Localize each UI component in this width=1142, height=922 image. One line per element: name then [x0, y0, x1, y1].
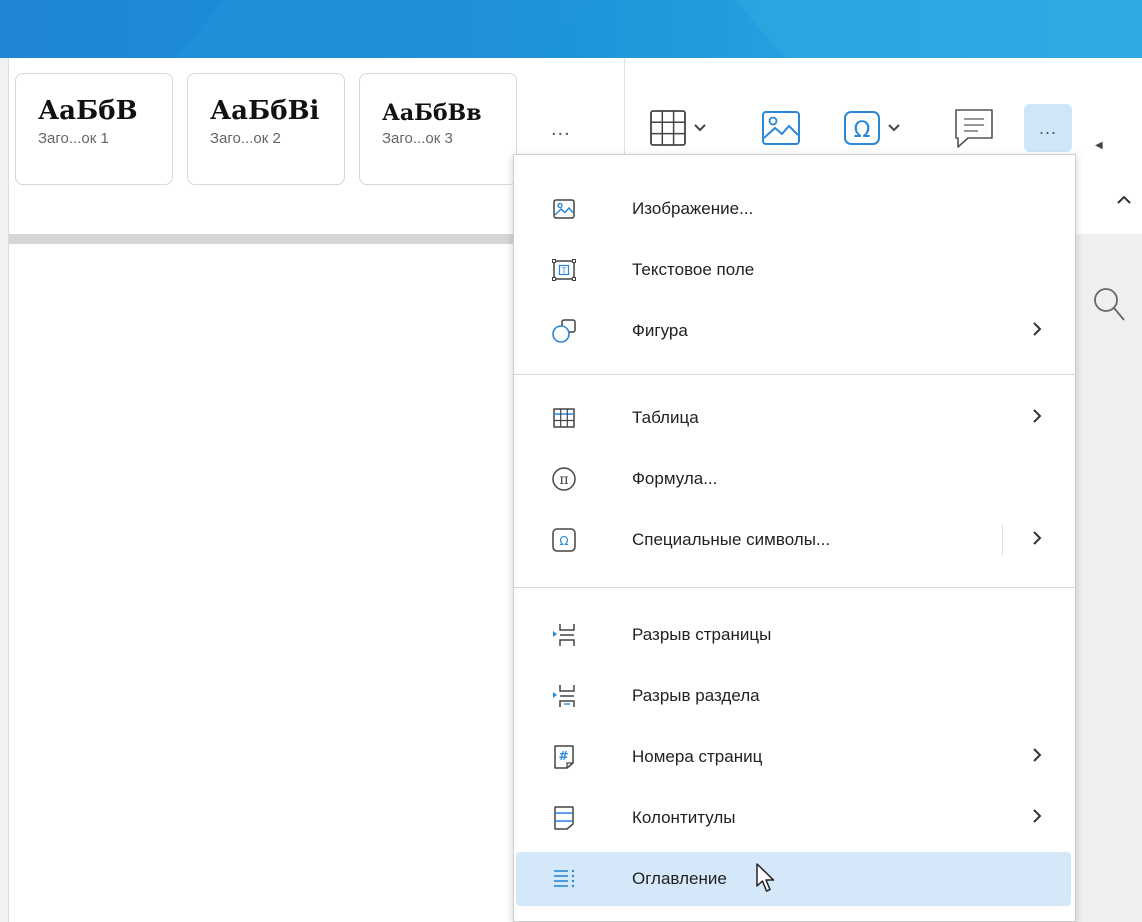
- style-name: Заго...ок 2: [210, 130, 281, 147]
- style-name: Заго...ок 1: [38, 130, 109, 147]
- comment-icon: [955, 109, 993, 148]
- insert-dropdown-menu: Изображение... T Текстовое поле Фигура Т…: [513, 154, 1076, 922]
- table-icon: [550, 404, 578, 432]
- omega-icon: Ω: [844, 111, 880, 145]
- window-left-edge: [0, 58, 9, 922]
- menu-item-label: Номера страниц: [632, 747, 763, 766]
- menu-item-label: Специальные символы...: [632, 530, 831, 549]
- insert-image-button[interactable]: [760, 104, 802, 152]
- omega-icon: Ω: [550, 526, 578, 554]
- svg-text:Ω: Ω: [854, 118, 871, 143]
- more-styles-button[interactable]: ...: [551, 118, 571, 141]
- menu-item-label: Колонтитулы: [632, 808, 736, 827]
- chevron-up-icon: [1117, 195, 1131, 204]
- menu-item-page-numbers[interactable]: # Номера страниц: [514, 730, 1075, 784]
- insert-table-button[interactable]: [648, 104, 706, 152]
- menu-item-label: Изображение...: [632, 199, 754, 218]
- menu-item-image[interactable]: Изображение...: [514, 182, 1075, 236]
- mouse-cursor-icon: [755, 862, 777, 899]
- insert-symbol-button[interactable]: Ω: [842, 104, 900, 152]
- collapse-ribbon-button[interactable]: [1117, 192, 1131, 210]
- title-bar-decoration: [175, 0, 585, 58]
- style-preview: АаБбВі: [210, 96, 320, 126]
- split-separator: [1002, 524, 1003, 556]
- text-box-icon: T: [550, 256, 578, 284]
- style-card-heading-2[interactable]: АаБбВі Заго...ок 2: [187, 73, 345, 185]
- image-icon: [550, 195, 578, 223]
- svg-text:Ω: Ω: [559, 534, 568, 548]
- svg-text:T: T: [561, 267, 567, 276]
- menu-item-page-break[interactable]: Разрыв страницы: [514, 608, 1075, 662]
- header-footer-icon: [550, 804, 578, 832]
- chevron-right-icon: [1033, 322, 1042, 336]
- style-card-heading-3[interactable]: АаБбВв Заго...ок 3: [359, 73, 517, 185]
- menu-separator: [514, 587, 1075, 588]
- title-bar-decoration: [735, 0, 1142, 58]
- table-icon: [650, 110, 686, 146]
- menu-item-shape[interactable]: Фигура: [514, 304, 1075, 358]
- menu-item-label: Фигура: [632, 321, 688, 340]
- chevron-right-icon[interactable]: [1032, 530, 1042, 546]
- style-card-heading-1[interactable]: АаБбВ Заго...ок 1: [15, 73, 173, 185]
- more-tools-button[interactable]: ...: [1024, 104, 1072, 152]
- menu-item-label: Оглавление: [632, 869, 727, 888]
- search-icon: [1094, 288, 1125, 321]
- menu-item-text-box[interactable]: T Текстовое поле: [514, 243, 1075, 297]
- section-break-icon: [550, 682, 578, 710]
- title-bar: [0, 0, 1142, 58]
- style-preview: АаБбВ: [38, 96, 138, 126]
- menu-item-special-symbols[interactable]: Ω Специальные символы...: [514, 513, 1075, 567]
- search-button[interactable]: [1092, 286, 1126, 331]
- svg-text:#: #: [558, 749, 568, 763]
- menu-item-table[interactable]: Таблица: [514, 391, 1075, 445]
- menu-item-section-break[interactable]: Разрыв раздела: [514, 669, 1075, 723]
- menu-item-header-footer[interactable]: Колонтитулы: [514, 791, 1075, 845]
- pi-icon: π: [550, 465, 578, 493]
- chevron-right-icon: [1033, 748, 1042, 762]
- menu-item-formula[interactable]: π Формула...: [514, 452, 1075, 506]
- right-side-panel: [1076, 234, 1142, 922]
- menu-item-label: Разрыв страницы: [632, 625, 772, 644]
- table-of-contents-icon: [550, 865, 578, 893]
- menu-item-label: Текстовое поле: [632, 260, 755, 279]
- menu-separator: [514, 374, 1075, 375]
- document-ruler: [9, 234, 514, 244]
- menu-item-table-of-contents[interactable]: Оглавление: [516, 852, 1071, 906]
- page-numbers-icon: #: [550, 743, 578, 771]
- menu-item-label: Формула...: [632, 469, 718, 488]
- menu-item-label: Таблица: [632, 408, 699, 427]
- insert-comment-button[interactable]: [952, 104, 996, 152]
- image-icon: [762, 111, 800, 145]
- chevron-right-icon: [1033, 809, 1042, 823]
- shapes-icon: [550, 317, 578, 345]
- chevron-down-icon: [694, 124, 706, 132]
- style-name: Заго...ок 3: [382, 130, 453, 147]
- scroll-left-icon[interactable]: ◀: [1095, 140, 1103, 151]
- chevron-right-icon: [1033, 409, 1042, 423]
- chevron-down-icon: [888, 124, 900, 132]
- svg-text:π: π: [559, 472, 568, 488]
- style-preview: АаБбВв: [382, 100, 482, 126]
- page-break-icon: [550, 621, 578, 649]
- menu-item-label: Разрыв раздела: [632, 686, 760, 705]
